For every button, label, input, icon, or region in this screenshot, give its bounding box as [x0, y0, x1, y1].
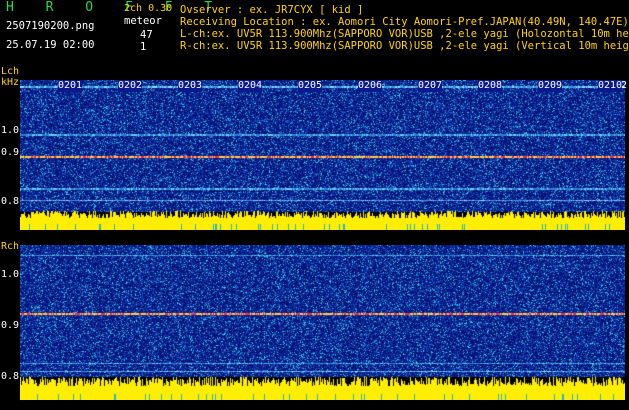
version-label: 2ch 0.30	[124, 3, 173, 14]
observer-line: Ovserver : ex. JR7CYX [ kid ]	[180, 4, 364, 16]
lch-time-mark: 0208	[478, 80, 503, 92]
location-line: Receiving Location : ex. Aomori City Aom…	[180, 16, 629, 28]
rch-ytick-3: 0.8	[1, 371, 20, 382]
filename: 2507190200.png	[6, 20, 95, 32]
rch-ytick-2: 0.9	[1, 320, 20, 331]
lch-unit: kHz	[1, 77, 20, 88]
lch-time-mark: 0206	[358, 80, 383, 92]
lch-ytick-1: 1.0	[1, 125, 20, 136]
datetime: 25.07.19 02:00	[6, 39, 95, 51]
lch-ytick-3: 0.8	[1, 196, 20, 207]
lch-time-mark: 0202	[118, 80, 143, 92]
rch-line: R-ch:ex. UV5R 113.900Mhz(SAPPORO VOR)USB…	[180, 40, 629, 52]
lch-time-mark: 0204	[238, 80, 263, 92]
rch-spectrogram	[20, 245, 625, 400]
lch-time-mark: 0201	[58, 80, 83, 92]
lch-time-mark: 0203	[178, 80, 203, 92]
lch-trailing-mark: 2	[621, 80, 628, 91]
rch-label: Rch	[1, 241, 20, 252]
meteor-label: meteor	[124, 15, 162, 27]
lch-time-mark: 0210	[598, 80, 623, 92]
meteor-count-r: 1	[140, 41, 147, 53]
lch-spectrogram	[20, 80, 625, 230]
lch-time-mark: 0205	[298, 80, 323, 92]
lch-ytick-2: 0.9	[1, 147, 20, 158]
rch-ytick-1: 1.0	[1, 269, 20, 280]
meteor-count-l: 47	[140, 29, 153, 41]
lch-line: L-ch:ex. UV5R 113.900Mhz(SAPPORO VOR)USB…	[180, 28, 629, 40]
lch-time-mark: 0207	[418, 80, 443, 92]
lch-time-mark: 0209	[538, 80, 563, 92]
